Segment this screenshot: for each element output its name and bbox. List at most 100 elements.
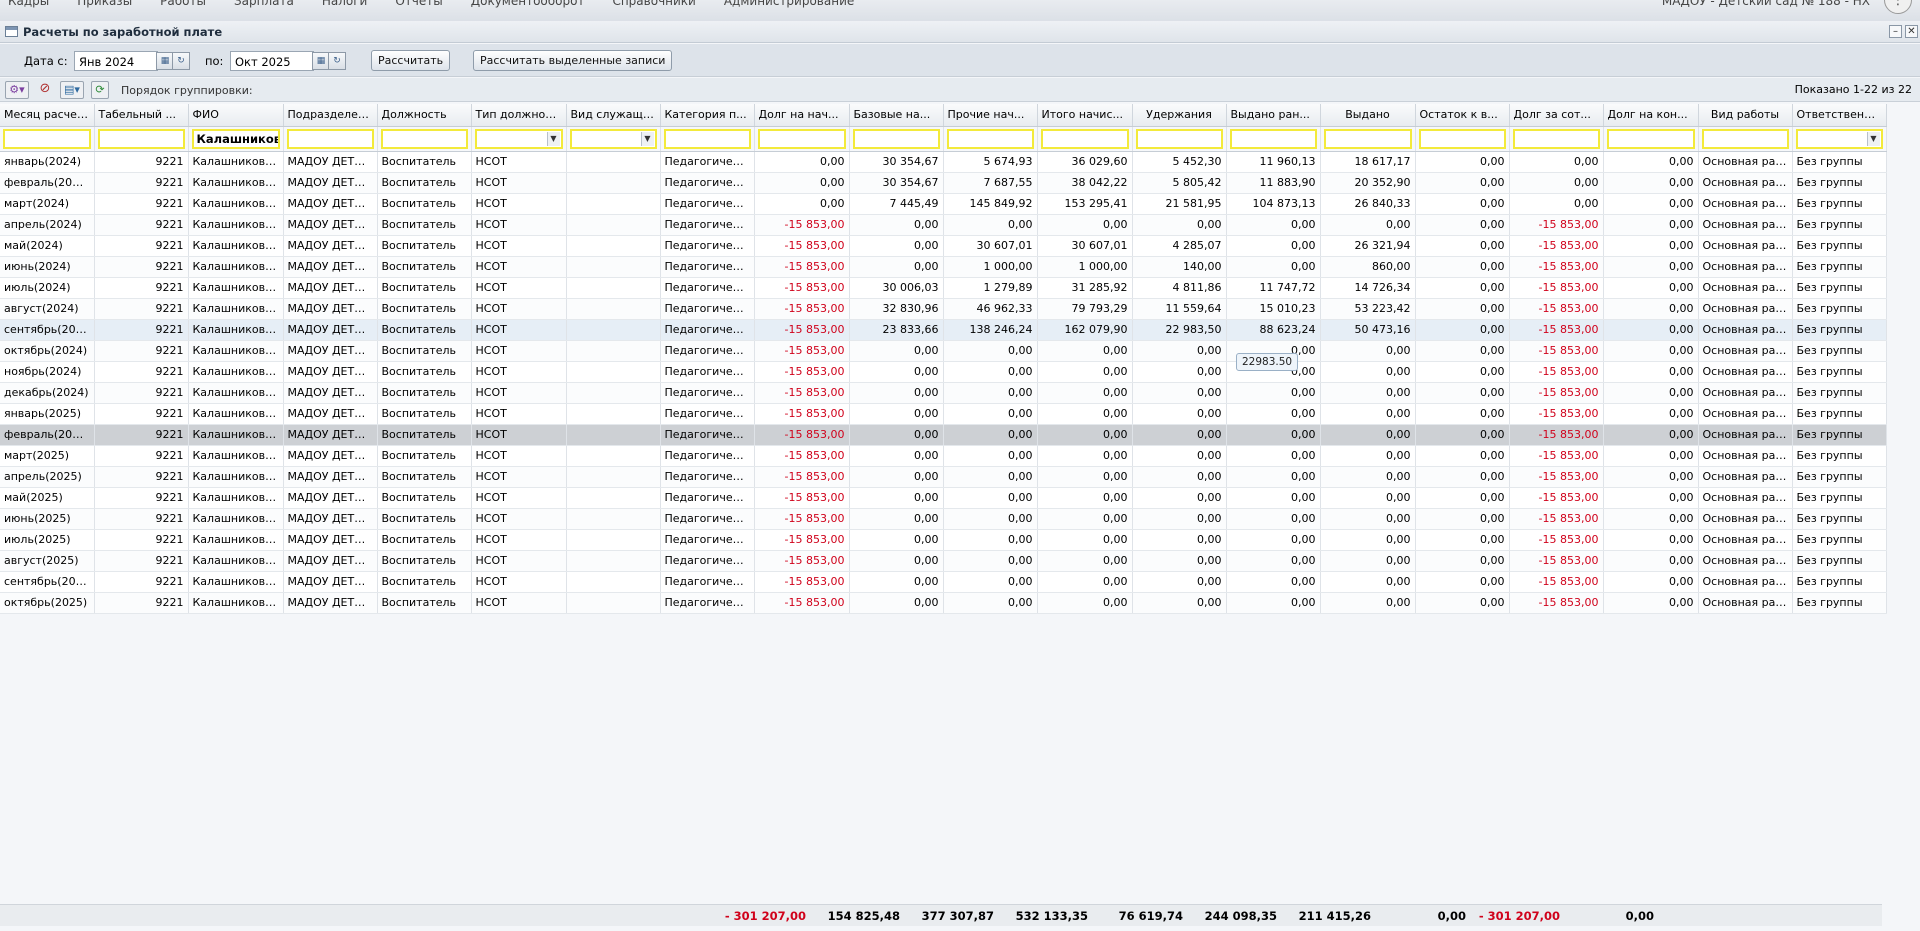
settings-menu-icon[interactable]: ⚙▾ bbox=[5, 81, 29, 99]
top-menu-item[interactable]: Зарплата bbox=[234, 0, 294, 8]
filter-input[interactable] bbox=[852, 128, 940, 149]
table-row[interactable]: август(2024) 9221 Калашникова ... МАДОУ ДЕТ… bbox=[0, 298, 1887, 320]
top-menu-item[interactable]: Администрирование bbox=[724, 0, 854, 8]
calculate-selected-button[interactable]: Рассчитать выделенные записи bbox=[473, 50, 673, 71]
table-row[interactable]: июнь(2024) 9221 Калашникова ... МАДОУ ДЕТСК… bbox=[0, 256, 1887, 278]
top-menu-item[interactable]: Работы bbox=[160, 0, 206, 8]
chevron-down-icon[interactable]: ▼ bbox=[546, 131, 560, 146]
column-header[interactable]: Остаток к в... bbox=[1415, 104, 1510, 127]
table-cell: Педагогически... bbox=[660, 529, 755, 551]
filter-input[interactable] bbox=[286, 128, 374, 149]
column-header[interactable]: Месяц расчета bbox=[0, 104, 95, 127]
chevron-down-icon[interactable]: ▼ bbox=[1866, 131, 1880, 146]
top-menu-item[interactable]: Кадры bbox=[8, 0, 49, 8]
filter-input[interactable] bbox=[946, 128, 1034, 149]
table-cell: 0,00 bbox=[1415, 256, 1510, 278]
filter-input[interactable] bbox=[1040, 128, 1129, 149]
column-header[interactable]: Выдано bbox=[1320, 104, 1416, 127]
filter-input[interactable] bbox=[97, 128, 185, 149]
column-header[interactable]: Должность bbox=[377, 104, 472, 127]
table-cell: Основная раб... bbox=[1698, 298, 1793, 320]
clear-filter-icon[interactable]: ⊘ bbox=[36, 81, 54, 99]
filter-select[interactable]: ▼ bbox=[1795, 128, 1883, 149]
filter-input[interactable] bbox=[1701, 128, 1789, 149]
refresh-icon[interactable]: ⟳ bbox=[91, 81, 109, 99]
filter-input[interactable] bbox=[3, 128, 91, 149]
filter-select[interactable]: ▼ bbox=[569, 128, 657, 149]
filter-input[interactable] bbox=[1323, 128, 1412, 149]
table-row[interactable]: февраль(2025) 9221 Калашникова ... МАДОУ ДЕ… bbox=[0, 424, 1887, 446]
export-menu-icon[interactable]: ▤▾ bbox=[60, 81, 84, 99]
filter-input[interactable] bbox=[1512, 128, 1600, 149]
column-header[interactable]: Подразделение bbox=[283, 104, 378, 127]
table-cell: Основная раб... bbox=[1698, 445, 1793, 467]
top-menu-item[interactable]: Налоги bbox=[322, 0, 368, 8]
clear-date-icon[interactable]: ↻ bbox=[328, 52, 346, 70]
column-header[interactable]: Долг на кон... bbox=[1603, 104, 1699, 127]
table-row[interactable]: декабрь(2024) 9221 Калашникова ... МАДОУ ДЕ… bbox=[0, 382, 1887, 404]
table-row[interactable]: октябрь(2025) 9221 Калашникова ... МАДОУ ДЕ… bbox=[0, 592, 1887, 614]
filter-input[interactable] bbox=[663, 128, 751, 149]
column-header[interactable]: Долг на нач... bbox=[754, 104, 850, 127]
table-row[interactable]: октябрь(2024) 9221 Калашникова ... МАДОУ ДЕ… bbox=[0, 340, 1887, 362]
top-menu-item[interactable]: Справочники bbox=[612, 0, 695, 8]
filter-input[interactable]: Калашникова bbox=[191, 128, 280, 149]
date-to-field[interactable]: Окт 2025 bbox=[230, 51, 314, 71]
column-header[interactable]: Категория п... bbox=[660, 104, 755, 127]
column-header[interactable]: Удержания bbox=[1132, 104, 1227, 127]
column-header[interactable]: Ответственны... bbox=[1792, 104, 1887, 127]
top-menu-item[interactable]: Приказы bbox=[77, 0, 132, 8]
table-row[interactable]: июль(2025) 9221 Калашникова ... МАДОУ ДЕТСК… bbox=[0, 529, 1887, 551]
table-row[interactable]: май(2024) 9221 Калашникова ... МАДОУ ДЕТСК.… bbox=[0, 235, 1887, 257]
clear-date-icon[interactable]: ↻ bbox=[172, 52, 190, 70]
table-cell: Воспитатель bbox=[377, 487, 472, 509]
top-menu-item[interactable]: Документооборот bbox=[471, 0, 585, 8]
table-cell: ноябрь(2024) bbox=[0, 361, 95, 383]
more-icon[interactable]: ⋮ bbox=[1884, 0, 1912, 14]
filter-input[interactable] bbox=[1418, 128, 1506, 149]
column-header[interactable]: Тип должности bbox=[471, 104, 567, 127]
filter-input[interactable] bbox=[1606, 128, 1695, 149]
table-row[interactable]: январь(2025) 9221 Калашникова ... МАДОУ ДЕТ… bbox=[0, 403, 1887, 425]
column-header[interactable]: Выдано ран... bbox=[1226, 104, 1321, 127]
group-order-label[interactable]: Порядок группировки: bbox=[121, 84, 253, 102]
table-cell: Педагогически... bbox=[660, 151, 755, 173]
table-cell: Воспитатель bbox=[377, 466, 472, 488]
table-row[interactable]: март(2024) 9221 Калашникова ... МАДОУ ДЕТСК… bbox=[0, 193, 1887, 215]
column-header[interactable]: Вид служащего bbox=[566, 104, 661, 127]
column-header[interactable]: Табельный ... bbox=[94, 104, 189, 127]
date-from-field[interactable]: Янв 2024 bbox=[74, 51, 158, 71]
chevron-down-icon[interactable]: ▼ bbox=[640, 131, 654, 146]
table-row[interactable]: апрель(2024) 9221 Калашникова ... МАДОУ ДЕТ… bbox=[0, 214, 1887, 236]
table-cell: 0,00 bbox=[1037, 403, 1133, 425]
table-row[interactable]: январь(2024) 9221 Калашникова ... МАДОУ ДЕТ… bbox=[0, 151, 1887, 173]
table-row[interactable]: август(2025) 9221 Калашникова ... МАДОУ ДЕТ… bbox=[0, 550, 1887, 572]
column-header[interactable]: Итого начис... bbox=[1037, 104, 1133, 127]
table-row[interactable]: май(2025) 9221 Калашникова ... МАДОУ ДЕТСК.… bbox=[0, 487, 1887, 509]
table-row[interactable]: ноябрь(2024) 9221 Калашникова ... МАДОУ ДЕТ… bbox=[0, 361, 1887, 383]
top-menu-item[interactable]: Отчеты bbox=[395, 0, 442, 8]
filter-select[interactable]: ▼ bbox=[474, 128, 563, 149]
table-cell: 9221 bbox=[94, 214, 189, 236]
table-row[interactable]: февраль(2024) 9221 Калашникова ... МАДОУ ДЕ… bbox=[0, 172, 1887, 194]
table-cell: октябрь(2025) bbox=[0, 592, 95, 614]
filter-input[interactable] bbox=[757, 128, 846, 149]
column-header[interactable]: Вид работы bbox=[1698, 104, 1793, 127]
filter-input[interactable] bbox=[380, 128, 468, 149]
table-row[interactable]: март(2025) 9221 Калашникова ... МАДОУ ДЕТСК… bbox=[0, 445, 1887, 467]
table-row[interactable]: сентябрь(2024) 9221 Калашникова ... МАДОУ Д… bbox=[0, 319, 1887, 341]
filter-input[interactable] bbox=[1135, 128, 1223, 149]
column-header[interactable]: ФИО bbox=[188, 104, 284, 127]
minimize-button[interactable]: – bbox=[1889, 25, 1902, 38]
table-row[interactable]: сентябрь(2025) 9221 Калашникова ... МАДОУ Д… bbox=[0, 571, 1887, 593]
calculate-button[interactable]: Рассчитать bbox=[371, 50, 451, 71]
table-cell: Без группы bbox=[1792, 172, 1887, 194]
close-button[interactable]: ✕ bbox=[1905, 25, 1918, 38]
filter-input[interactable] bbox=[1229, 128, 1317, 149]
table-row[interactable]: июнь(2025) 9221 Калашникова ... МАДОУ ДЕТСК… bbox=[0, 508, 1887, 530]
column-header[interactable]: Долг за сот... bbox=[1509, 104, 1604, 127]
table-row[interactable]: апрель(2025) 9221 Калашникова ... МАДОУ ДЕТ… bbox=[0, 466, 1887, 488]
column-header[interactable]: Базовые на... bbox=[849, 104, 944, 127]
table-row[interactable]: июль(2024) 9221 Калашникова ... МАДОУ ДЕТСК… bbox=[0, 277, 1887, 299]
column-header[interactable]: Прочие нач... bbox=[943, 104, 1038, 127]
